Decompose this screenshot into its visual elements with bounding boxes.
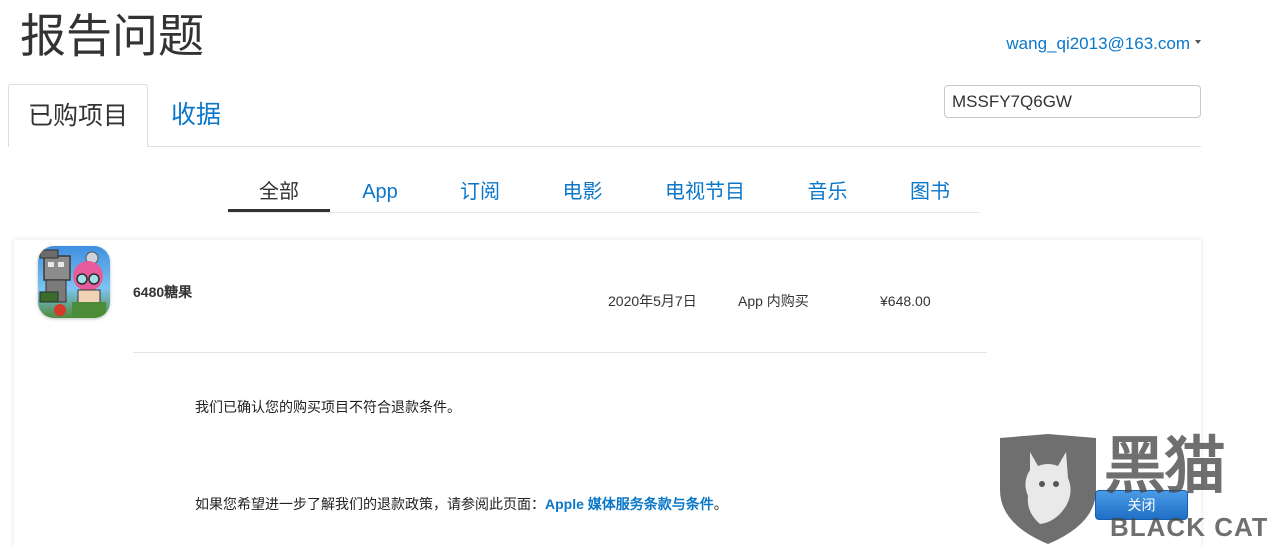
chevron-down-icon bbox=[1195, 40, 1201, 44]
category-movies[interactable]: 电影 bbox=[530, 176, 635, 212]
tab-purchases[interactable]: 已购项目 bbox=[8, 84, 148, 147]
game-app-icon bbox=[38, 246, 110, 318]
category-tabs: 全部 App 订阅 电影 电视节目 音乐 图书 bbox=[228, 176, 980, 213]
refund-policy-text: 如果您希望进一步了解我们的退款政策，请参阅此页面： bbox=[195, 496, 545, 512]
card-divider bbox=[133, 352, 987, 353]
terms-link[interactable]: Apple 媒体服务条款与条件 bbox=[545, 496, 714, 512]
purchase-type: App 内购买 bbox=[738, 293, 809, 309]
refund-policy-message: 如果您希望进一步了解我们的退款政策，请参阅此页面：Apple 媒体服务条款与条件… bbox=[195, 496, 728, 513]
purchase-name: 6480糖果 bbox=[133, 284, 193, 300]
tab-receipts[interactable]: 收据 bbox=[160, 84, 232, 147]
report-problem-page: 报告问题 wang_qi2013@163.com 已购项目 收据 全部 App … bbox=[0, 0, 1267, 547]
category-app[interactable]: App bbox=[330, 176, 430, 212]
refund-denied-message: 我们已确认您的购买项目不符合退款条件。 bbox=[195, 399, 461, 415]
category-all[interactable]: 全部 bbox=[228, 176, 330, 212]
refund-policy-suffix: 。 bbox=[713, 496, 728, 512]
category-books[interactable]: 图书 bbox=[880, 176, 980, 212]
close-button[interactable]: 关闭 bbox=[1095, 490, 1188, 520]
purchase-date: 2020年5月7日 bbox=[608, 293, 697, 309]
page-title: 报告问题 bbox=[20, 10, 204, 62]
category-tv-shows[interactable]: 电视节目 bbox=[635, 176, 775, 212]
search-input[interactable] bbox=[944, 85, 1201, 118]
account-menu[interactable]: wang_qi2013@163.com bbox=[1006, 34, 1201, 54]
purchase-price: ¥648.00 bbox=[880, 293, 931, 309]
category-subscriptions[interactable]: 订阅 bbox=[430, 176, 530, 212]
account-email: wang_qi2013@163.com bbox=[1006, 34, 1190, 53]
category-music[interactable]: 音乐 bbox=[775, 176, 880, 212]
